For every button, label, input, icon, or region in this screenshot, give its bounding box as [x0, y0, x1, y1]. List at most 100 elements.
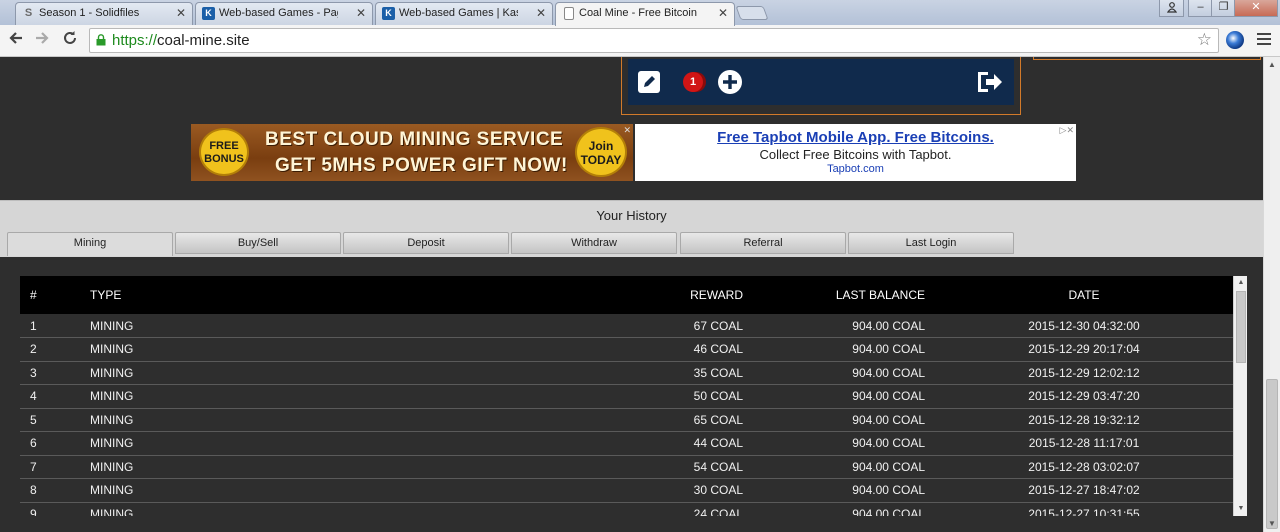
- tab-close-icon[interactable]: ✕: [718, 3, 728, 24]
- row-last-balance: 904.00 COAL: [753, 478, 935, 503]
- tab-last-login[interactable]: Last Login: [848, 232, 1014, 254]
- browser-tab[interactable]: S Season 1 - Solidfiles ✕: [15, 2, 193, 25]
- tab-close-icon[interactable]: ✕: [356, 3, 366, 24]
- ad-title-link[interactable]: Free Tapbot Mobile App. Free Bitcoins.: [635, 129, 1076, 146]
- row-reward: 30 COAL: [645, 478, 753, 503]
- page-favicon-icon: [564, 7, 574, 20]
- browser-tab[interactable]: K Web-based Games - Page 4 ✕: [195, 2, 373, 25]
- tab-title: Web-based Games - Page 4: [219, 7, 338, 19]
- column-header-date: DATE: [1068, 288, 1100, 302]
- right-panel-edge: [1033, 57, 1261, 60]
- table-scrollbar[interactable]: ▲ ▼: [1233, 276, 1247, 516]
- table-row: 4 MINING 50 COAL 904.00 COAL 2015-12-29 03:4…: [20, 384, 1233, 409]
- row-number: 3: [20, 361, 80, 385]
- row-last-balance: 904.00 COAL: [753, 361, 935, 385]
- row-date: 2015-12-29 12:02:12: [935, 361, 1233, 385]
- solidfiles-favicon-icon: S: [24, 7, 33, 19]
- free-bonus-badge: FREE BONUS: [199, 128, 249, 176]
- forward-arrow-icon[interactable]: [32, 30, 52, 50]
- table-row: 8 MINING 30 COAL 904.00 COAL 2015-12-27 18:4…: [20, 478, 1233, 503]
- reload-icon[interactable]: [60, 30, 80, 50]
- banner-headline: BEST CLOUD MINING SERVICE: [265, 129, 564, 150]
- row-last-balance: 904.00 COAL: [753, 431, 935, 456]
- browser-toolbar: https://coal-mine.site ☆: [0, 25, 1280, 57]
- profile-icon[interactable]: [1159, 0, 1184, 17]
- history-table: # TYPE REWARD LAST BALANCE DATE 1 MINING 6…: [20, 276, 1233, 516]
- notification-badge[interactable]: 1: [683, 72, 703, 92]
- extension-globe-icon[interactable]: [1226, 31, 1244, 49]
- tab-mining[interactable]: Mining: [7, 232, 173, 256]
- scroll-down-arrow-icon[interactable]: ▼: [1234, 502, 1247, 516]
- table-row: 1 MINING 67 COAL 904.00 COAL 2015-12-30 04:3…: [20, 314, 1233, 338]
- row-reward: 50 COAL: [645, 384, 753, 409]
- row-number: 7: [20, 455, 80, 479]
- browser-tab-active[interactable]: Coal Mine - Free Bitcoin Minir ✕: [555, 2, 735, 26]
- tab-deposit[interactable]: Deposit: [343, 232, 509, 254]
- browser-tab[interactable]: K Web-based Games | Kaskus ✕: [375, 2, 553, 25]
- user-panel-bar: 1: [628, 59, 1014, 105]
- row-last-balance: 904.00 COAL: [753, 384, 935, 409]
- new-tab-button[interactable]: [735, 6, 769, 20]
- ad-url-link[interactable]: Tapbot.com: [635, 163, 1076, 175]
- row-number: 1: [20, 314, 80, 338]
- tab-withdraw[interactable]: Withdraw: [511, 232, 677, 254]
- text-ad[interactable]: ▷✕ Free Tapbot Mobile App. Free Bitcoins…: [635, 124, 1076, 181]
- address-bar[interactable]: https://coal-mine.site ☆: [89, 28, 1219, 53]
- ad-description: Collect Free Bitcoins with Tapbot.: [759, 147, 952, 162]
- join-today-badge: Join TODAY: [575, 127, 627, 177]
- table-header-row: # TYPE REWARD LAST BALANCE DATE: [20, 276, 1233, 314]
- row-last-balance: 904.00 COAL: [753, 337, 935, 362]
- row-number: 5: [20, 408, 80, 432]
- minimize-icon[interactable]: –: [1188, 0, 1213, 17]
- row-type: MINING: [80, 408, 645, 432]
- close-window-icon[interactable]: ✕: [1234, 0, 1278, 17]
- adchoices-icon[interactable]: ▷✕: [1060, 125, 1074, 136]
- page-scrollbar[interactable]: ▲ ▼: [1263, 57, 1280, 532]
- tab-referral[interactable]: Referral: [680, 232, 846, 254]
- row-reward: 65 COAL: [645, 408, 753, 432]
- tab-close-icon[interactable]: ✕: [536, 3, 546, 24]
- lock-icon: [96, 34, 106, 46]
- row-number: 9: [20, 502, 80, 516]
- row-reward: 24 COAL: [645, 502, 753, 516]
- row-type: MINING: [80, 478, 645, 503]
- row-reward: 35 COAL: [645, 361, 753, 385]
- banner-ad[interactable]: FREE BONUS BEST CLOUD MINING SERVICE GET…: [191, 124, 633, 181]
- row-last-balance: 904.00 COAL: [753, 502, 935, 516]
- column-header-reward: REWARD: [690, 288, 743, 302]
- scroll-up-arrow-icon[interactable]: ▲: [1234, 276, 1247, 290]
- page-scroll-thumb[interactable]: [1266, 379, 1278, 529]
- back-arrow-icon[interactable]: [6, 30, 26, 50]
- ad-close-icon[interactable]: ✕: [623, 125, 631, 136]
- row-date: 2015-12-29 20:17:04: [935, 337, 1233, 362]
- row-type: MINING: [80, 455, 645, 479]
- tab-buy-sell[interactable]: Buy/Sell: [175, 232, 341, 254]
- page-scroll-up-arrow-icon[interactable]: ▲: [1264, 57, 1280, 73]
- row-number: 6: [20, 431, 80, 456]
- row-type: MINING: [80, 337, 645, 362]
- row-date: 2015-12-29 03:47:20: [935, 384, 1233, 409]
- table-row: 6 MINING 44 COAL 904.00 COAL 2015-12-28 11:1…: [20, 431, 1233, 456]
- menu-hamburger-icon[interactable]: [1257, 33, 1271, 45]
- logout-icon[interactable]: [975, 69, 1002, 95]
- edit-pencil-icon[interactable]: [636, 69, 662, 95]
- row-reward: 46 COAL: [645, 337, 753, 362]
- row-number: 4: [20, 384, 80, 409]
- restore-icon[interactable]: ❐: [1211, 0, 1236, 17]
- column-header-type: TYPE: [90, 288, 122, 302]
- bookmark-star-icon[interactable]: ☆: [1197, 30, 1212, 50]
- row-last-balance: 904.00 COAL: [753, 314, 935, 338]
- kaskus-favicon-icon: K: [202, 7, 215, 20]
- row-reward: 54 COAL: [645, 455, 753, 479]
- user-panel: 1: [621, 57, 1021, 115]
- plus-circle-icon[interactable]: [717, 69, 743, 95]
- row-date: 2015-12-27 10:31:55: [935, 502, 1233, 516]
- tab-close-icon[interactable]: ✕: [176, 3, 186, 24]
- row-type: MINING: [80, 314, 645, 338]
- table-row: 7 MINING 54 COAL 904.00 COAL 2015-12-28 03:0…: [20, 455, 1233, 479]
- table-scroll-thumb[interactable]: [1236, 291, 1246, 363]
- row-type: MINING: [80, 502, 645, 516]
- page-scroll-down-arrow-icon[interactable]: ▼: [1264, 516, 1280, 532]
- row-number: 2: [20, 337, 80, 362]
- banner-subline: GET 5MHS POWER GIFT NOW!: [275, 155, 568, 176]
